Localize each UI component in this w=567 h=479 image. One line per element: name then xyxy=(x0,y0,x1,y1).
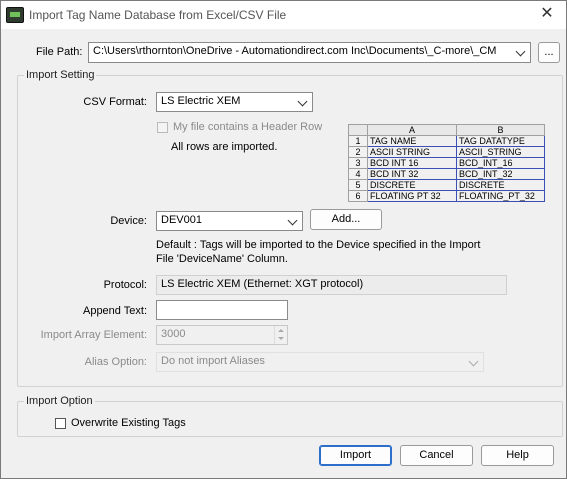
file-path-input[interactable]: C:\Users\rthornton\OneDrive - Automation… xyxy=(88,42,531,63)
protocol-value: LS Electric XEM (Ethernet: XGT protocol) xyxy=(161,278,364,290)
preview-cell: DISCRETE xyxy=(456,179,545,191)
import-array-spinner[interactable]: 3000 xyxy=(156,325,288,345)
device-value: DEV001 xyxy=(161,214,202,226)
protocol-display: LS Electric XEM (Ethernet: XGT protocol) xyxy=(156,275,507,295)
import-button[interactable]: Import xyxy=(319,445,392,466)
import-array-value: 3000 xyxy=(161,328,186,340)
spinner-arrows-icon[interactable] xyxy=(274,326,287,344)
import-option-title: Import Option xyxy=(24,395,95,407)
preview-cell: BCD INT 32 xyxy=(367,168,457,180)
browse-button[interactable]: ... xyxy=(538,42,560,63)
import-array-label: Import Array Element: xyxy=(40,329,147,341)
preview-cell: ASCII_STRING xyxy=(456,146,545,158)
csv-format-value: LS Electric XEM xyxy=(161,95,241,107)
append-text-input[interactable] xyxy=(156,300,288,320)
alias-option-select[interactable]: Do not import Aliases xyxy=(156,352,484,372)
chevron-down-icon xyxy=(287,215,298,226)
preview-row-num: 5 xyxy=(348,179,368,191)
append-text-label: Append Text: xyxy=(82,305,147,317)
device-label: Device: xyxy=(110,215,147,227)
preview-col-a: A xyxy=(367,124,457,136)
add-device-button[interactable]: Add... xyxy=(310,209,382,230)
alias-option-value: Do not import Aliases xyxy=(161,355,265,367)
preview-cell: BCD_INT_32 xyxy=(456,168,545,180)
window-title: Import Tag Name Database from Excel/CSV … xyxy=(29,8,287,22)
close-icon[interactable]: ✕ xyxy=(538,5,556,23)
chevron-down-icon xyxy=(468,356,479,367)
rows-note: All rows are imported. xyxy=(171,141,278,153)
preview-row-num: 3 xyxy=(348,157,368,169)
preview-row-num: 6 xyxy=(348,190,368,202)
title-bar: Import Tag Name Database from Excel/CSV … xyxy=(1,1,566,29)
cancel-button[interactable]: Cancel xyxy=(400,445,473,466)
file-path-label: File Path: xyxy=(36,46,83,58)
preview-cell: BCD_INT_16 xyxy=(456,157,545,169)
preview-cell: ASCII STRING xyxy=(367,146,457,158)
alias-option-label: Alias Option: xyxy=(84,356,147,368)
default-note-line2: File 'DeviceName' Column. xyxy=(156,253,288,265)
chevron-down-icon xyxy=(297,96,308,107)
preview-row-num: 1 xyxy=(348,135,368,147)
header-row-checkbox[interactable] xyxy=(157,122,168,133)
preview-corner xyxy=(348,124,368,136)
preview-row-num: 2 xyxy=(348,146,368,158)
preview-cell: TAG DATATYPE xyxy=(456,135,545,147)
import-dialog: Import Tag Name Database from Excel/CSV … xyxy=(0,0,567,479)
help-button[interactable]: Help xyxy=(481,445,554,466)
csv-format-select[interactable]: LS Electric XEM xyxy=(156,92,313,112)
preview-row-num: 4 xyxy=(348,168,368,180)
header-row-label: My file contains a Header Row xyxy=(173,121,323,133)
chevron-down-icon xyxy=(515,46,526,57)
preview-cell: DISCRETE xyxy=(367,179,457,191)
preview-cell: FLOATING PT 32 xyxy=(367,190,457,202)
import-setting-title: Import Setting xyxy=(24,69,97,81)
device-select[interactable]: DEV001 xyxy=(156,211,303,231)
protocol-label: Protocol: xyxy=(103,279,147,291)
csv-format-label: CSV Format: xyxy=(83,96,147,108)
file-path-value: C:\Users\rthornton\OneDrive - Automation… xyxy=(93,45,497,57)
preview-cell: FLOATING_PT_32 xyxy=(456,190,545,202)
preview-col-b: B xyxy=(456,124,545,136)
preview-cell: TAG NAME xyxy=(367,135,457,147)
app-icon xyxy=(6,7,24,23)
default-note-line1: Default : Tags will be imported to the D… xyxy=(156,239,481,251)
overwrite-label: Overwrite Existing Tags xyxy=(71,417,186,429)
preview-cell: BCD INT 16 xyxy=(367,157,457,169)
overwrite-checkbox[interactable] xyxy=(55,418,66,429)
format-preview-table: A B 1 TAG NAME TAG DATATYPE 2 ASCII STRI… xyxy=(348,124,545,202)
